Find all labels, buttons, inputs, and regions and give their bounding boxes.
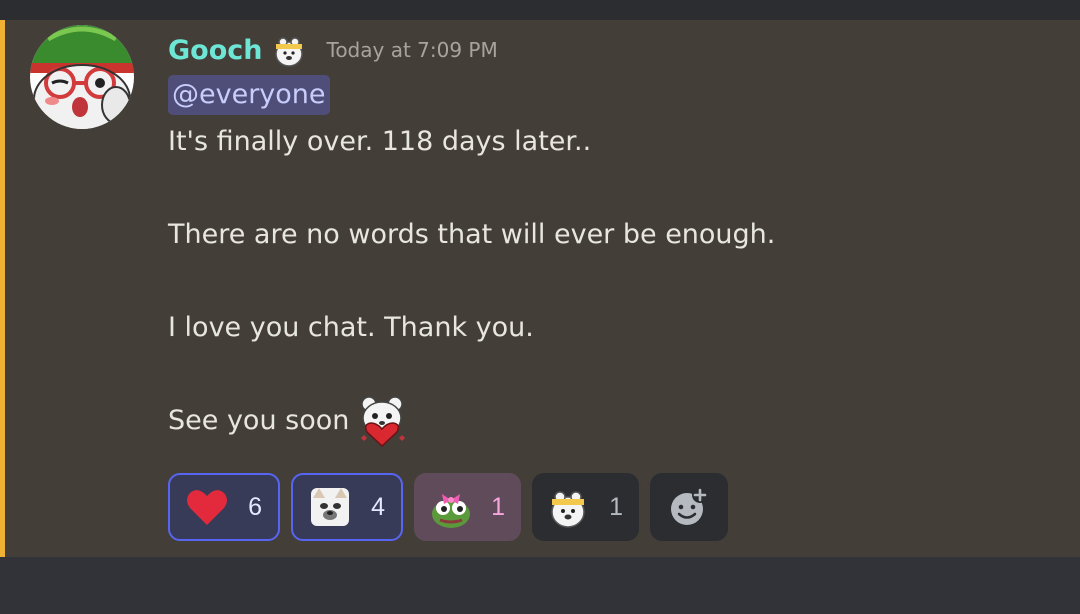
reaction-dog-face[interactable]: 4 [291,473,403,541]
top-strip [0,0,1080,20]
message-line-1: It's finally over. 118 days later.. [168,125,592,157]
message-line-3: I love you chat. Thank you. [168,311,534,343]
reaction-count: 4 [371,492,385,521]
pepe-frog-bow-icon [428,484,474,530]
avatar-image [30,25,134,129]
message-line-2: There are no words that will ever be eno… [168,218,776,250]
bottom-strip [0,557,1080,614]
message-header: Gooch Today at 7:09 PM [168,30,498,70]
reaction-count: 1 [609,492,623,521]
add-reaction-button[interactable] [650,473,728,541]
author-username[interactable]: Gooch [168,35,263,66]
bear-headband-icon [546,484,592,530]
reaction-count: 6 [248,492,262,521]
reaction-heart[interactable]: 6 [168,473,280,541]
bear-heart-emoji-icon[interactable] [355,394,409,448]
avatar[interactable] [30,25,134,129]
reaction-bear[interactable]: 1 [532,473,639,541]
message-line-4: See you soon [168,404,350,436]
reaction-pepe[interactable]: 1 [414,473,521,541]
mention-highlight-bar [0,20,5,557]
message-content: @everyone It's finally over. 118 days la… [168,72,1048,451]
add-reaction-icon [671,487,708,525]
everyone-mention[interactable]: @everyone [168,75,330,115]
dog-face-sticker-icon [307,484,353,530]
chat-message: Gooch Today at 7:09 PM @everyone It's fi… [0,20,1080,557]
message-timestamp[interactable]: Today at 7:09 PM [327,38,498,62]
red-heart-icon [184,484,230,530]
reaction-bar: 6 4 1 1 [168,473,728,541]
bear-headband-role-icon[interactable] [271,32,307,68]
reaction-count: 1 [491,492,505,521]
